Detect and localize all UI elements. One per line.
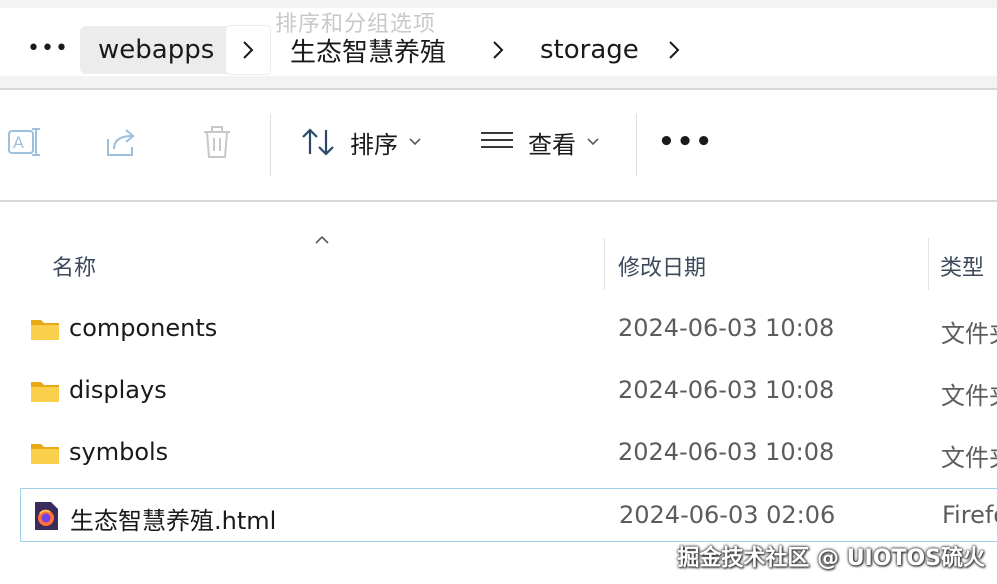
chevron-down-icon bbox=[586, 137, 600, 147]
file-name: 生态智慧养殖.html bbox=[70, 507, 277, 535]
file-explorer-window: 排序和分组选项 ••• webapps 生态智慧养殖 storage A 排序 … bbox=[0, 0, 997, 584]
chevron-right-icon bbox=[493, 41, 504, 59]
view-label: 查看 bbox=[528, 130, 576, 159]
file-row[interactable]: symbols 2024-06-03 10:08 文件夹 bbox=[20, 426, 997, 480]
delete-icon bbox=[204, 126, 230, 158]
breadcrumb-overflow-button[interactable]: ••• bbox=[24, 26, 72, 70]
column-header-name[interactable]: 名称 bbox=[52, 250, 96, 282]
file-modified: 2024-06-03 02:06 bbox=[619, 501, 836, 529]
breadcrumb-separator[interactable] bbox=[476, 26, 520, 74]
breadcrumb-item-storage[interactable]: storage bbox=[522, 26, 657, 74]
breadcrumb-item-webapps[interactable]: webapps bbox=[80, 26, 233, 74]
chevron-right-icon bbox=[669, 41, 680, 59]
file-modified: 2024-06-03 10:08 bbox=[618, 376, 835, 404]
column-divider[interactable] bbox=[928, 238, 929, 290]
toolbar-separator bbox=[270, 114, 271, 176]
watermark: 掘金技术社区 @ UIOTOS硫火 bbox=[677, 546, 985, 571]
sort-ascending-icon bbox=[315, 235, 329, 244]
chevron-down-icon bbox=[408, 137, 422, 147]
file-type: 文件夹 bbox=[941, 444, 997, 472]
command-bar: A 排序 查看 ••• bbox=[0, 90, 997, 200]
breadcrumb: 排序和分组选项 ••• webapps 生态智慧养殖 storage bbox=[0, 8, 997, 76]
firefox-html-icon bbox=[35, 502, 58, 530]
file-type: 文件夹 bbox=[941, 320, 997, 348]
toolbar-separator bbox=[636, 114, 637, 176]
folder-icon bbox=[31, 382, 59, 402]
file-row-selected[interactable]: 生态智慧养殖.html 2024-06-03 02:06 Firefox HTM… bbox=[20, 488, 997, 542]
breadcrumb-separator[interactable] bbox=[652, 26, 696, 74]
file-name: components bbox=[69, 314, 218, 342]
divider bbox=[0, 200, 997, 202]
folder-icon bbox=[31, 444, 59, 464]
file-modified: 2024-06-03 10:08 bbox=[618, 314, 835, 342]
folder-icon bbox=[31, 320, 59, 340]
file-row[interactable]: displays 2024-06-03 10:08 文件夹 bbox=[20, 364, 997, 418]
file-type: Firefox HTML Document bbox=[942, 501, 997, 529]
delete-button[interactable] bbox=[195, 120, 239, 164]
breadcrumb-separator[interactable] bbox=[226, 26, 270, 74]
share-button[interactable] bbox=[100, 120, 144, 164]
view-list-icon bbox=[481, 132, 513, 148]
file-modified: 2024-06-03 10:08 bbox=[618, 438, 835, 466]
view-button[interactable]: 查看 bbox=[480, 116, 600, 168]
sort-label: 排序 bbox=[350, 130, 398, 159]
rename-icon: A bbox=[8, 128, 40, 156]
address-bar: 排序和分组选项 ••• webapps 生态智慧养殖 storage bbox=[0, 0, 997, 88]
column-divider[interactable] bbox=[604, 238, 605, 290]
breadcrumb-item-project[interactable]: 生态智慧养殖 bbox=[272, 26, 464, 74]
sort-icon bbox=[302, 128, 334, 156]
file-type: 文件夹 bbox=[941, 382, 997, 410]
file-row[interactable]: components 2024-06-03 10:08 文件夹 bbox=[20, 302, 997, 356]
column-header-modified[interactable]: 修改日期 bbox=[618, 250, 706, 282]
column-header-row: 名称 修改日期 类型 bbox=[0, 235, 997, 290]
column-header-type[interactable]: 类型 bbox=[940, 250, 984, 282]
svg-text:A: A bbox=[13, 133, 24, 152]
rename-button[interactable]: A bbox=[3, 120, 47, 164]
share-icon bbox=[107, 129, 135, 156]
sort-button[interactable]: 排序 bbox=[300, 116, 422, 168]
chevron-right-icon bbox=[243, 41, 254, 59]
file-name: displays bbox=[69, 376, 167, 404]
more-options-button[interactable]: ••• bbox=[658, 116, 712, 168]
file-name: symbols bbox=[69, 438, 169, 466]
